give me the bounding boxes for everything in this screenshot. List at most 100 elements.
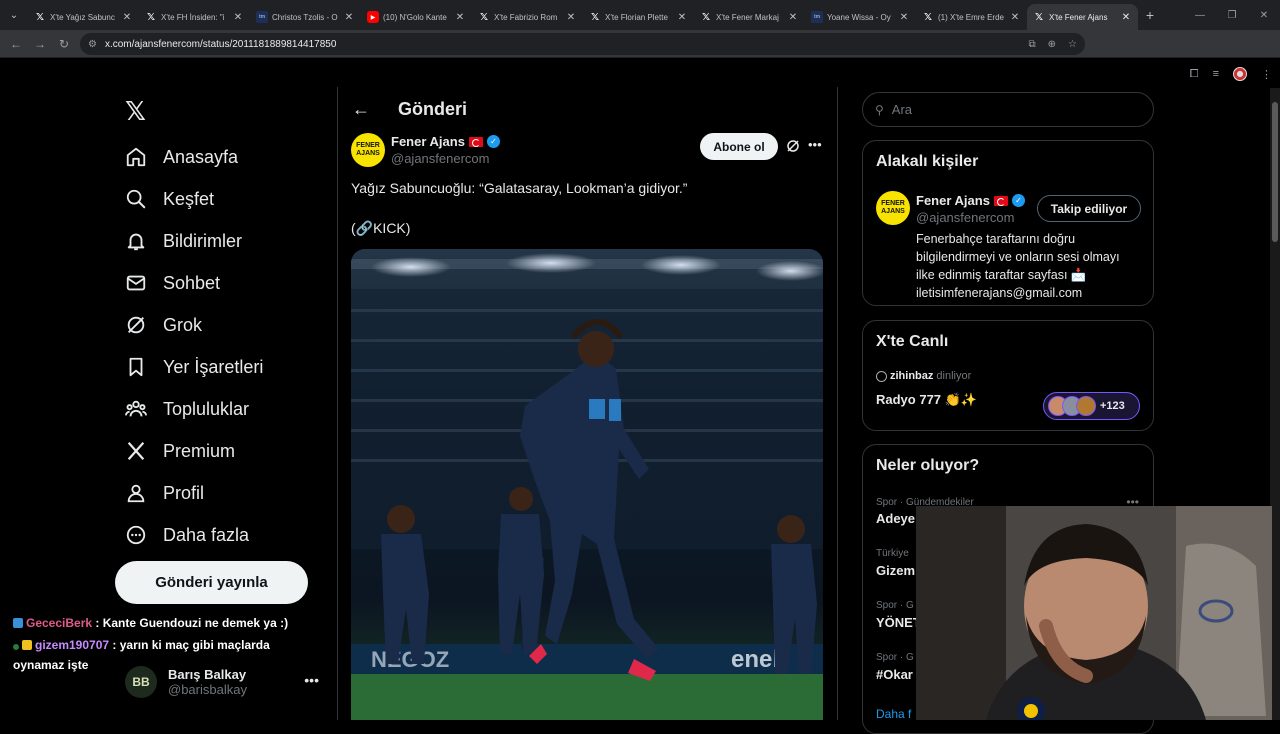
tab-close-icon[interactable]: ✕: [232, 12, 244, 23]
x-favicon-icon: 𝕏: [590, 11, 600, 23]
following-button[interactable]: Takip ediliyor: [1037, 195, 1141, 222]
back-arrow-icon[interactable]: ←: [352, 99, 370, 120]
tab-close-icon[interactable]: ✕: [454, 12, 466, 23]
listener-count: +123: [1100, 400, 1125, 412]
browser-tab[interactable]: 𝕏 X'te Fabrizio Rom ✕: [472, 4, 583, 30]
address-bar[interactable]: ⚙ x.com/ajansfenercom/status/20111818898…: [80, 33, 1085, 55]
browser-tab[interactable]: 𝕏 (1) X'te Emre Erde ✕: [916, 4, 1027, 30]
new-tab-button[interactable]: +: [1138, 7, 1162, 23]
more-options-icon[interactable]: •••: [808, 137, 822, 152]
tab-close-icon[interactable]: ✕: [343, 12, 355, 23]
author-name-row[interactable]: Fener Ajans ✓: [391, 134, 500, 149]
svg-text:NEGOZ: NEGOZ: [371, 647, 449, 672]
nav-item-label: Sohbet: [163, 272, 221, 293]
bookmark-star-icon[interactable]: ☆: [1068, 39, 1077, 50]
author-handle[interactable]: @ajansfenercom: [391, 151, 489, 166]
related-avatar[interactable]: FENER AJANS: [876, 191, 910, 225]
related-handle[interactable]: @ajansfenercom: [916, 210, 1014, 225]
nav-item-label: Daha fazla: [163, 524, 250, 545]
x-logo[interactable]: 𝕏: [125, 96, 146, 127]
tab-close-icon[interactable]: ✕: [676, 12, 688, 23]
chat-username: GececiBerk: [26, 616, 93, 630]
space-listeners-pill[interactable]: +123: [1043, 392, 1140, 420]
account-name: Barış Balkay: [168, 667, 247, 682]
browser-tab[interactable]: 𝕏 X'te Fener Markaj ✕: [694, 4, 805, 30]
browser-tab[interactable]: 𝕏 X'te Fener Ajans ✕: [1027, 4, 1138, 30]
nav-item-bell[interactable]: Bildirimler: [124, 226, 242, 256]
chat-text: yarın ki maç gibi maçlarda: [119, 638, 270, 652]
post-image[interactable]: NEGOZ enel: [351, 249, 823, 720]
subscribe-button[interactable]: Abone ol: [700, 133, 778, 160]
tab-search-button[interactable]: ⌄: [0, 0, 28, 30]
browser-menu-icon[interactable]: ⋮: [1261, 68, 1272, 81]
media-controls-icon[interactable]: ≡: [1213, 68, 1219, 80]
trend-name[interactable]: YÖNET: [876, 615, 921, 630]
tab-title: X'te Fabrizio Rom: [494, 12, 558, 22]
listener-avatar-icon: [876, 370, 887, 382]
space-title[interactable]: Radyo 777 👏✨: [876, 392, 977, 408]
browser-tab[interactable]: 𝕏 X'te Yağız Sabunc ✕: [28, 4, 139, 30]
scrollbar-thumb[interactable]: [1272, 102, 1278, 242]
search-icon: ⚲: [875, 102, 884, 117]
related-people-title: Alakalı kişiler: [876, 153, 979, 170]
nav-item-home[interactable]: Anasayfa: [124, 142, 238, 172]
tab-close-icon[interactable]: ✕: [565, 12, 577, 23]
show-more-link[interactable]: Daha f: [876, 707, 911, 721]
search-icon: [124, 187, 148, 211]
tab-title: Yoane Wissa - Oy: [827, 12, 891, 22]
grok-icon[interactable]: [786, 139, 800, 158]
author-avatar[interactable]: FENER AJANS: [351, 133, 385, 167]
live-title: X'te Canlı: [876, 333, 949, 350]
nav-item-bookmark[interactable]: Yer İşaretleri: [124, 352, 263, 382]
nav-item-x-premium[interactable]: Premium: [124, 436, 235, 466]
nav-item-mail[interactable]: Sohbet: [124, 268, 220, 298]
streamer-webcam-image: [916, 506, 1272, 720]
browser-profile-avatar[interactable]: [1233, 67, 1247, 81]
nav-item-communities[interactable]: Topluluklar: [124, 394, 249, 424]
forward-arrow-icon[interactable]: →: [28, 37, 52, 51]
restore-icon[interactable]: ❐: [1216, 10, 1248, 21]
browser-tab[interactable]: 𝕏 X'te FH İnsiden: "i ✕: [139, 4, 250, 30]
tab-close-icon[interactable]: ✕: [121, 12, 133, 23]
nav-item-more-circle[interactable]: Daha fazla: [124, 520, 249, 550]
search-input[interactable]: ⚲ Ara: [862, 92, 1154, 127]
site-info-icon[interactable]: ⚙: [88, 39, 97, 50]
back-arrow-icon[interactable]: ←: [4, 37, 28, 51]
chat-badge-icon: [13, 618, 23, 628]
more-circle-icon: [124, 523, 148, 547]
tab-close-icon[interactable]: ✕: [898, 12, 910, 23]
youtube-favicon-icon: ▶: [367, 11, 379, 23]
extensions-icon[interactable]: ⧠: [1190, 68, 1199, 81]
related-name-row[interactable]: Fener Ajans ✓: [916, 193, 1025, 208]
nav-item-profile[interactable]: Profil: [124, 478, 204, 508]
browser-tab[interactable]: 𝕏 X'te Florian Plette ✕: [583, 4, 694, 30]
tab-close-icon[interactable]: ✕: [1009, 12, 1021, 23]
live-listener-row[interactable]: zihinbaz dinliyor: [876, 370, 971, 382]
nav-item-search[interactable]: Keşfet: [124, 184, 214, 214]
tab-close-icon[interactable]: ✕: [787, 12, 799, 23]
tab-close-icon[interactable]: ✕: [1120, 12, 1132, 23]
turkey-flag-icon: [993, 195, 1008, 206]
tab-title: Christos Tzolis - O: [272, 12, 338, 22]
close-window-icon[interactable]: ✕: [1248, 10, 1280, 21]
zoom-icon[interactable]: ⊕: [1048, 39, 1056, 50]
trend-name[interactable]: Gizem: [876, 563, 915, 578]
reload-icon[interactable]: ↻: [52, 37, 76, 51]
x-favicon-icon: 𝕏: [479, 11, 489, 23]
related-bio: Fenerbahçe taraftarını doğru bilgilendir…: [916, 232, 1120, 300]
account-switcher[interactable]: BB Barış Balkay @barisbalkay •••: [125, 662, 325, 702]
browser-tab[interactable]: tm Christos Tzolis - O ✕: [250, 4, 361, 30]
trend-name[interactable]: Adeye: [876, 511, 915, 526]
browser-tab[interactable]: tm Yoane Wissa - Oy ✕: [805, 4, 916, 30]
trend-name[interactable]: #Okar: [876, 667, 913, 682]
browser-tab[interactable]: ▶ (10) N'Golo Kante ✕: [361, 4, 472, 30]
nav-item-label: Grok: [163, 314, 203, 335]
more-dots-icon[interactable]: •••: [304, 672, 319, 688]
tab-title: X'te FH İnsiden: "i: [161, 12, 225, 22]
install-app-icon[interactable]: ⧉: [1029, 39, 1036, 50]
nav-item-grok[interactable]: Grok: [124, 310, 202, 340]
post-button[interactable]: Gönderi yayınla: [115, 561, 308, 604]
listener-avatar: [1076, 396, 1096, 416]
minimize-icon[interactable]: —: [1184, 10, 1216, 21]
trend-category: Spor · G: [876, 652, 914, 663]
